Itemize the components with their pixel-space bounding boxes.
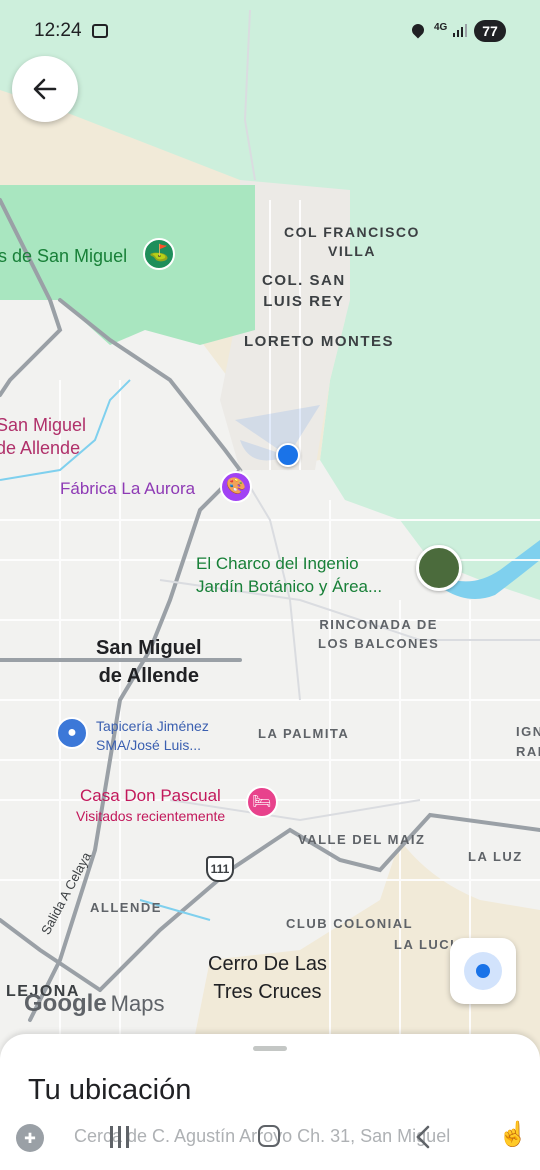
- logo-maps: Maps: [110, 991, 165, 1016]
- google-maps-logo: Google Maps: [24, 990, 164, 1018]
- map-canvas[interactable]: [0, 0, 540, 1060]
- poi-label-parque[interactable]: s de San Miguel: [0, 246, 127, 267]
- home-button[interactable]: [258, 1125, 280, 1147]
- area-label-la-luz: LA LUZ: [468, 849, 523, 864]
- poi-label-san-miguel-left[interactable]: San Miguel de Allende: [0, 414, 86, 460]
- back-button[interactable]: [12, 56, 78, 122]
- area-label-ign: IGN RAI: [516, 724, 540, 759]
- signal-icon: [453, 24, 467, 37]
- status-time: 12:24: [34, 20, 82, 41]
- poi-label-visitados: Visitados recientemente: [76, 808, 226, 824]
- back-nav-button[interactable]: [412, 1124, 434, 1150]
- status-bar: 12:24 4G 77: [0, 0, 540, 62]
- hotel-marker-icon[interactable]: 🛏: [246, 786, 278, 818]
- network-type: 4G: [434, 22, 448, 33]
- sheet-title: Tu ubicación: [28, 1074, 192, 1106]
- location-pin-icon: [409, 21, 427, 39]
- current-location-dot: [276, 443, 300, 467]
- person-marker-icon[interactable]: ●: [56, 717, 88, 749]
- recent-apps-button[interactable]: [108, 1126, 132, 1148]
- map-view[interactable]: COL FRANCISCO VILLA COL. SAN LUIS REY LO…: [0, 0, 540, 1060]
- poi-label-casa-don-pascual[interactable]: Casa Don Pascual: [80, 786, 221, 806]
- art-marker-icon[interactable]: 🎨: [220, 471, 252, 503]
- park-marker-icon[interactable]: ⛳: [143, 238, 175, 270]
- area-label-la-palmita: LA PALMITA: [258, 726, 350, 741]
- system-navigation-bar: ✚ ☝: [0, 1112, 540, 1170]
- city-label-cerro: Cerro De Las Tres Cruces: [208, 953, 327, 1003]
- logo-google: Google: [24, 990, 107, 1017]
- area-label-col-san-luis-rey: COL. SAN LUIS REY: [262, 272, 346, 310]
- area-label-loreto-montes: LORETO MONTES: [244, 333, 395, 350]
- poi-label-charco[interactable]: El Charco del Ingenio Jardín Botánico y …: [196, 552, 382, 598]
- my-location-icon: [464, 952, 502, 990]
- battery-badge: 77: [474, 20, 506, 42]
- my-location-button[interactable]: [450, 938, 516, 1004]
- highway-shield-111: 111: [206, 856, 234, 882]
- touch-lock-icon[interactable]: ☝: [498, 1120, 528, 1154]
- area-label-rinconada: RINCONADA DE LOS BALCONES: [318, 617, 440, 651]
- gamepad-icon[interactable]: ✚: [16, 1124, 44, 1152]
- area-label-allende: ALLENDE: [90, 900, 162, 915]
- area-label-col-francisco-villa: COL FRANCISCO VILLA: [284, 224, 420, 259]
- arrow-back-icon: [33, 78, 57, 100]
- sheet-drag-handle[interactable]: [253, 1046, 287, 1051]
- charco-photo-marker[interactable]: [416, 545, 462, 591]
- city-label-san-miguel: San Miguel de Allende: [96, 637, 202, 687]
- poi-label-fabrica[interactable]: Fábrica La Aurora: [60, 479, 195, 499]
- area-label-valle-del-maiz: VALLE DEL MAIZ: [298, 832, 426, 847]
- area-label-club-colonial: CLUB COLONIAL: [286, 916, 414, 931]
- screenshot-icon: [92, 24, 108, 38]
- poi-label-tapiceria[interactable]: Tapicería Jiménez SMA/José Luis...: [96, 717, 209, 755]
